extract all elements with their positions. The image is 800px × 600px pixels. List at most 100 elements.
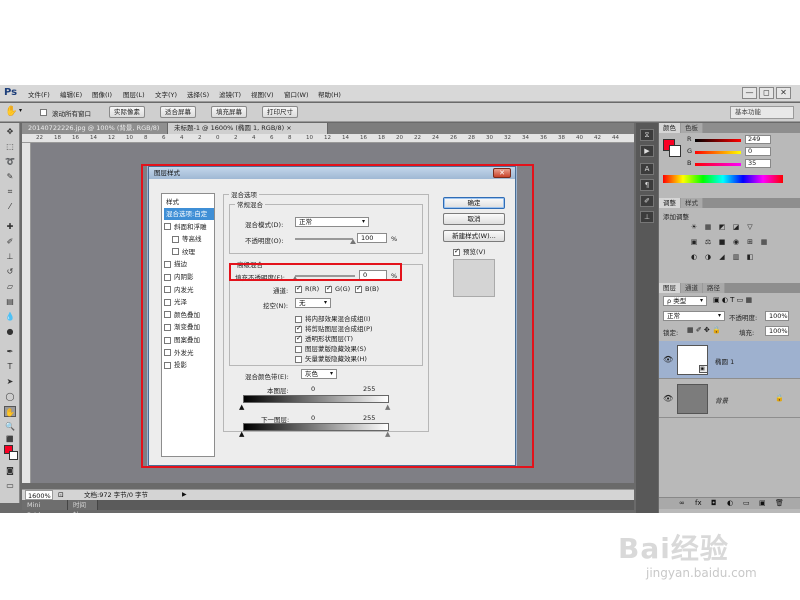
color-tab[interactable]: 颜色 <box>659 123 681 133</box>
minimize-button[interactable]: — <box>742 87 757 99</box>
menu-file[interactable]: 文件(F) <box>28 89 50 99</box>
new-group-icon[interactable]: ▭ <box>743 499 750 507</box>
screen-mode-icon[interactable]: ▭ <box>4 480 16 491</box>
gradient-tool-icon[interactable]: ▤ <box>4 296 16 307</box>
quick-mask-icon[interactable]: ◙ <box>4 465 16 476</box>
dodge-tool-icon[interactable]: ● <box>4 326 16 337</box>
eraser-tool-icon[interactable]: ▱ <box>4 281 16 292</box>
visibility-eye-icon[interactable]: 👁 <box>663 355 673 364</box>
menu-window[interactable]: 窗口(W) <box>284 89 309 99</box>
adjustment-layer-icon[interactable]: ◐ <box>727 499 733 507</box>
color-panel-background[interactable] <box>669 145 681 157</box>
hue-saturation-icon[interactable]: ▣ <box>689 238 699 247</box>
add-mask-icon[interactable]: ◘ <box>711 499 717 507</box>
actual-pixels-button[interactable]: 实际像素 <box>109 106 145 118</box>
history-panel-icon[interactable]: ⧖ <box>640 129 654 141</box>
layer-blend-mode-select[interactable]: 正常 <box>663 311 725 321</box>
stamp-tool-icon[interactable]: ⊥ <box>4 251 16 262</box>
styles-tab[interactable]: 样式 <box>681 198 703 208</box>
color-balance-icon[interactable]: ⚖ <box>703 238 713 247</box>
status-arrow-icon[interactable]: ▶ <box>182 490 187 500</box>
black-white-icon[interactable]: ■ <box>717 238 727 247</box>
exposure-icon[interactable]: ◪ <box>731 223 741 232</box>
menu-view[interactable]: 视图(V) <box>251 89 274 99</box>
menu-help[interactable]: 帮助(H) <box>318 89 341 99</box>
layer-row-background[interactable]: 👁 背景 🔒 <box>659 380 800 418</box>
color-lookup-icon[interactable]: ▦ <box>759 238 769 247</box>
fill-screen-button[interactable]: 填充屏幕 <box>211 106 247 118</box>
layer-name[interactable]: 背景 <box>715 395 728 405</box>
mini-bridge-tab[interactable]: Mini Bridge <box>22 500 68 513</box>
layer-row-ellipse[interactable]: 👁 ▣ 椭圆 1 <box>659 341 800 379</box>
filter-icons[interactable]: ▣ ◐ T ▭ ▦ <box>713 296 752 304</box>
eyedropper-tool-icon[interactable]: ⁄ <box>4 201 16 212</box>
timeline-tab[interactable]: 时间轴 <box>68 500 98 513</box>
character-panel-icon[interactable]: A <box>640 163 654 175</box>
posterize-icon[interactable]: ◑ <box>703 253 713 262</box>
lasso-tool-icon[interactable]: ➰ <box>4 156 16 167</box>
brightness-icon[interactable]: ☀ <box>689 223 699 232</box>
channel-r-slider[interactable] <box>695 139 741 142</box>
document-tab-1[interactable]: 20140722226.jpg @ 100% (背景, RGB/8) × <box>22 123 168 143</box>
fx-icon[interactable]: fx <box>695 499 702 507</box>
brush-panel-icon[interactable]: ✐ <box>640 195 654 207</box>
fit-screen-button[interactable]: 适合屏幕 <box>160 106 196 118</box>
levels-icon[interactable]: ▦ <box>703 223 713 232</box>
path-select-tool-icon[interactable]: ➤ <box>4 376 16 387</box>
link-layers-icon[interactable]: ∞ <box>679 499 685 507</box>
photo-filter-icon[interactable]: ◉ <box>731 238 741 247</box>
threshold-icon[interactable]: ◢ <box>717 253 727 262</box>
status-nav-icon[interactable]: ⊡ <box>58 490 64 500</box>
tool-preset-dropdown-icon[interactable]: ▾ <box>19 107 22 114</box>
close-app-button[interactable]: ✕ <box>776 87 791 99</box>
document-tab-2[interactable]: 未标题-1 @ 1600% (椭圆 1, RGB/8) × <box>168 123 328 134</box>
color-spectrum-bar[interactable] <box>663 175 783 183</box>
menu-type[interactable]: 文字(Y) <box>155 89 177 99</box>
layer-name[interactable]: 椭圆 1 <box>715 356 734 366</box>
layers-tab[interactable]: 图层 <box>659 283 681 293</box>
shape-tool-icon[interactable]: ◯ <box>4 391 16 402</box>
zoom-level[interactable]: 1600% <box>25 490 53 500</box>
move-tool-icon[interactable]: ✥ <box>4 126 16 137</box>
restore-button[interactable]: ◻ <box>759 87 774 99</box>
pen-tool-icon[interactable]: ✒ <box>4 346 16 357</box>
blur-tool-icon[interactable]: 💧 <box>4 311 16 322</box>
brush-tool-icon[interactable]: ✐ <box>4 236 16 247</box>
swatches-tab[interactable]: 色板 <box>681 123 703 133</box>
type-tool-icon[interactable]: T <box>4 361 16 372</box>
channels-tab[interactable]: 通道 <box>681 283 703 293</box>
new-layer-icon[interactable]: ▣ <box>759 499 766 507</box>
layer-fill-input[interactable]: 100% <box>765 326 789 336</box>
print-size-button[interactable]: 打印尺寸 <box>262 106 298 118</box>
healing-brush-tool-icon[interactable]: ✚ <box>4 221 16 232</box>
layer-filter-select[interactable]: ρ 类型 <box>663 296 707 306</box>
zoom-tool-icon[interactable]: 🔍 <box>4 421 16 432</box>
selective-color-icon[interactable]: ◧ <box>745 253 755 262</box>
adjustments-tab[interactable]: 调整 <box>659 198 681 208</box>
delete-layer-icon[interactable]: 🗑 <box>775 499 784 507</box>
channel-b-value[interactable]: 35 <box>745 159 771 168</box>
history-brush-tool-icon[interactable]: ↺ <box>4 266 16 277</box>
clone-source-panel-icon[interactable]: ⊥ <box>640 211 654 223</box>
scroll-all-windows-checkbox[interactable] <box>40 108 50 116</box>
menu-select[interactable]: 选择(S) <box>187 89 209 99</box>
channel-g-value[interactable]: 0 <box>745 147 771 156</box>
menu-edit[interactable]: 编辑(E) <box>60 89 82 99</box>
default-colors-icon[interactable]: ⬛ <box>4 434 16 445</box>
actions-panel-icon[interactable]: ▶ <box>640 145 654 157</box>
background-color-swatch[interactable] <box>9 451 18 460</box>
menu-filter[interactable]: 滤镜(T) <box>219 89 241 99</box>
lock-icons[interactable]: ▦ ✐ ✥ 🔒 <box>687 326 721 334</box>
channel-mixer-icon[interactable]: ⊞ <box>745 238 755 247</box>
menu-image[interactable]: 图像(I) <box>92 89 112 99</box>
crop-tool-icon[interactable]: ⌗ <box>4 186 16 197</box>
marquee-tool-icon[interactable]: ⬚ <box>4 141 16 152</box>
curves-icon[interactable]: ◩ <box>717 223 727 232</box>
vibrance-icon[interactable]: ▽ <box>745 223 755 232</box>
hand-tool-icon[interactable]: ✋ <box>5 106 17 117</box>
channel-g-slider[interactable] <box>695 151 741 154</box>
invert-icon[interactable]: ◐ <box>689 253 699 262</box>
gradient-map-icon[interactable]: ▥ <box>731 253 741 262</box>
quick-select-tool-icon[interactable]: ✎ <box>4 171 16 182</box>
hand-tool-icon[interactable]: ✋ <box>4 406 16 417</box>
